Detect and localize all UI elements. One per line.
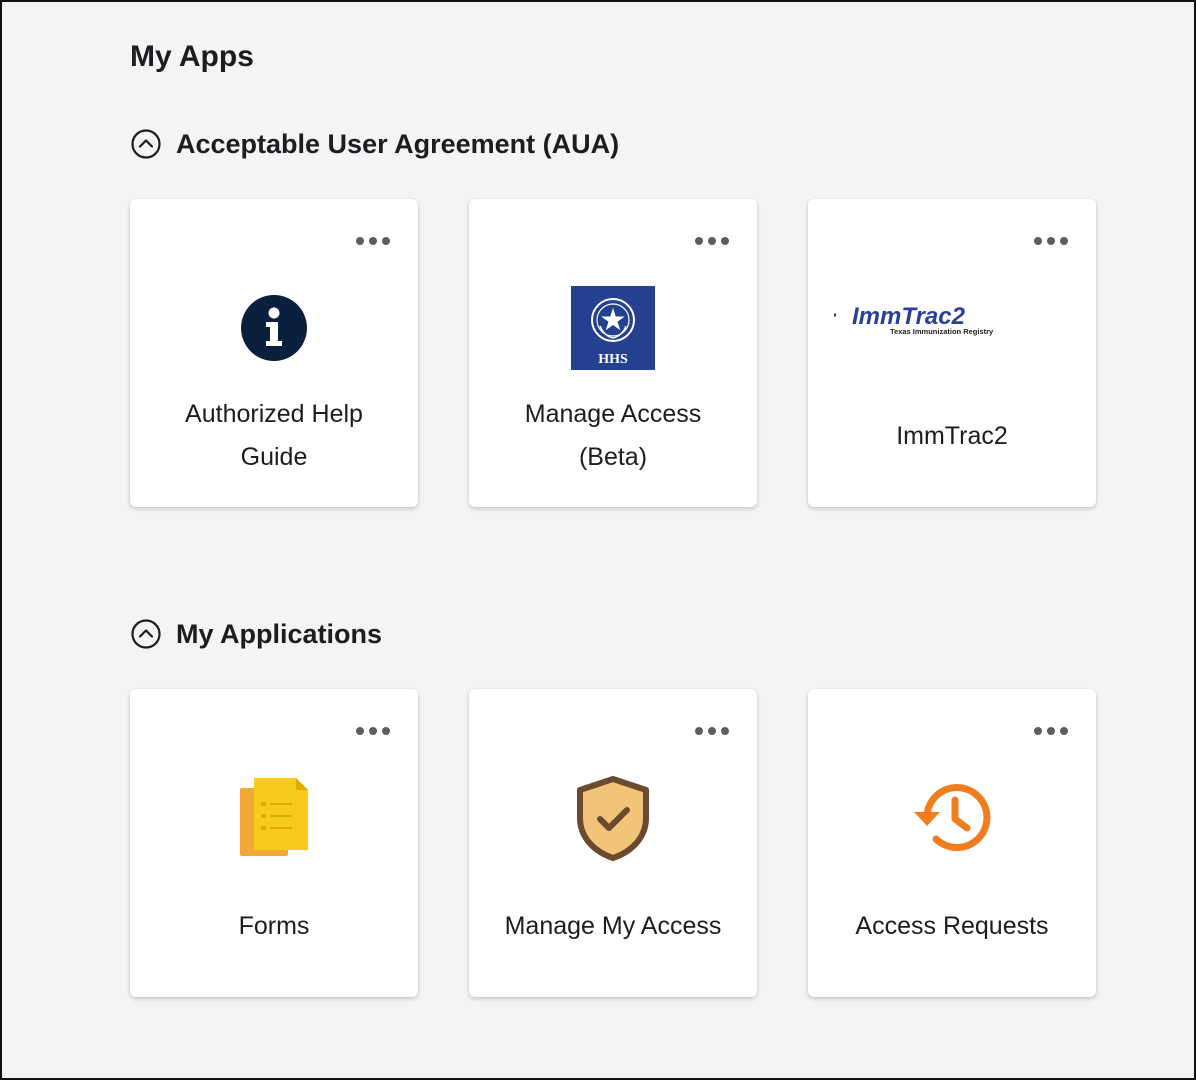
history-clock-icon: [914, 784, 991, 852]
immtrac2-logo: ImmTrac2 Texas Immunization Registry: [834, 303, 994, 336]
app-tile-forms[interactable]: Forms: [130, 689, 418, 997]
app-tile-label: Manage My Access: [504, 911, 722, 940]
more-options-button[interactable]: [350, 229, 396, 253]
more-options-button[interactable]: [1028, 229, 1074, 253]
more-options-button[interactable]: [689, 719, 735, 743]
app-tile-label: ImmTrac2: [896, 421, 1008, 450]
section-title: My Applications: [176, 618, 383, 649]
app-tile-manage-my-access[interactable]: Manage My Access: [469, 689, 757, 997]
page-title: My Apps: [130, 40, 254, 73]
app-tile-manage-access-beta[interactable]: HHS Manage Access (Beta): [469, 199, 757, 507]
shield-check-icon: [577, 776, 649, 861]
app-tile-immtrac2[interactable]: ImmTrac2 Texas Immunization Registry Imm…: [808, 199, 1096, 507]
chevron-up-circle-icon: [131, 129, 161, 159]
app-tile-authorized-help-guide[interactable]: Authorized Help Guide: [130, 199, 418, 507]
section-toggle-my-applications[interactable]: My Applications: [130, 618, 382, 650]
immtrac-logo-text: ImmTrac2: [852, 303, 966, 330]
more-options-button[interactable]: [1028, 719, 1074, 743]
forms-icon: [240, 778, 308, 856]
chevron-up-circle-icon: [131, 619, 161, 649]
info-icon: [241, 295, 307, 361]
section-toggle-aua[interactable]: Acceptable User Agreement (AUA): [130, 128, 619, 160]
app-tile-label: Access Requests: [855, 911, 1049, 940]
app-dashboard: My Apps Acceptable User Agreement (AUA) …: [0, 0, 1196, 1080]
more-options-button[interactable]: [689, 229, 735, 253]
immtrac-logo-subtext: Texas Immunization Registry: [890, 327, 994, 336]
app-tile-label: Authorized Help Guide: [185, 400, 363, 471]
more-options-button[interactable]: [350, 719, 396, 743]
hhs-logo-text: HHS: [598, 352, 628, 367]
app-tile-access-requests[interactable]: Access Requests: [808, 689, 1096, 997]
hhs-seal-logo: HHS: [571, 286, 655, 370]
app-tile-label: Forms: [238, 911, 310, 940]
section-title: Acceptable User Agreement (AUA): [176, 128, 620, 159]
app-tile-label: Manage Access (Beta): [524, 400, 702, 471]
